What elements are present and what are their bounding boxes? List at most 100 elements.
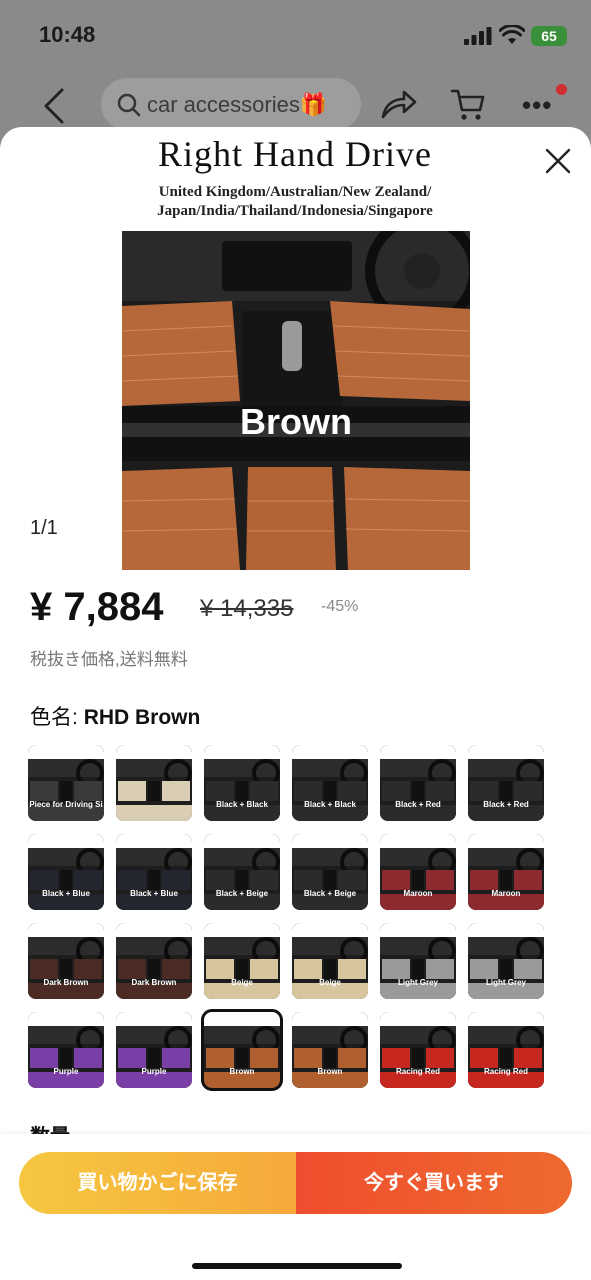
variant-thumbnail[interactable]: Beige [292,923,368,999]
more-icon[interactable]: ••• [522,90,554,120]
price-note: 税抜き価格,送料無料 [30,650,188,669]
variant-thumbnail[interactable]: Beige [204,923,280,999]
original-price: ¥ 14,335 [200,595,294,622]
variant-caption: Maroon [403,889,433,898]
hero-subtitle-line1: United Kingdom/Australian/New Zealand/ [158,184,432,200]
variant-thumbnail[interactable]: Black + Black [292,745,368,821]
variant-thumbnail[interactable]: Purple [116,1012,192,1088]
hero-subtitle: United Kingdom/Australian/New Zealand/ J… [100,183,490,221]
variant-thumbnail[interactable] [116,745,192,821]
variant-caption: Brown [229,1067,255,1076]
variant-caption: Light Grey [397,978,438,987]
variant-caption: Dark Brown [43,978,89,987]
clock: 10:48 [39,22,96,47]
variant-thumbnail[interactable]: Black + Beige [204,834,280,910]
variant-banner [28,1012,104,1026]
variant-caption: Brown [317,1067,343,1076]
variant-caption: Racing Red [395,1067,440,1076]
hero-title: Right Hand Drive [158,134,432,174]
wifi-icon [499,25,525,44]
variant-banner [116,1012,192,1026]
variant-thumbnail[interactable]: Dark Brown [28,923,104,999]
variant-banner [380,923,456,937]
variant-caption: Piece for Driving Si [29,800,103,809]
sku-selector-sheet: Right Hand Drive United Kingdom/Australi… [0,127,591,1280]
variant-caption: Black + Red [483,800,529,809]
variant-caption: Maroon [491,889,521,898]
variant-caption: Racing Red [483,1067,528,1076]
battery-indicator: 65 [531,26,567,46]
color-selection: 色名: RHD Brown [30,701,200,731]
variant-thumbnail[interactable]: Black + Blue [116,834,192,910]
color-label: 色名: [30,706,78,729]
variant-banner [28,923,104,937]
variant-banner [116,923,192,937]
variant-caption: Black + Beige [303,889,357,898]
color-value: RHD Brown [83,706,201,729]
variant-banner [292,745,368,759]
variant-banner [116,834,192,848]
variant-banner [380,1012,456,1026]
variant-caption: Black + Black [304,800,356,809]
close-icon[interactable] [544,147,572,175]
variant-banner [204,1012,280,1026]
variant-thumbnail[interactable]: Brown [201,1009,283,1091]
variant-banner [292,1012,368,1026]
variant-thumbnail[interactable]: Dark Brown [116,923,192,999]
variant-caption: Black + Blue [130,889,178,898]
search-icon [117,93,141,117]
variant-banner [380,745,456,759]
variant-thumbnail[interactable]: Black + Blue [28,834,104,910]
variant-banner [204,923,280,937]
cart-icon[interactable] [450,86,486,122]
image-counter: 1/1 [30,517,58,539]
variant-thumbnail[interactable]: Racing Red [468,1012,544,1088]
variant-thumbnail[interactable]: Black + Beige [292,834,368,910]
variant-thumbnail[interactable]: Light Grey [468,923,544,999]
variant-caption: Black + Beige [215,889,269,898]
variant-banner [468,1012,544,1026]
variant-banner [116,745,192,759]
variant-caption: Beige [231,978,253,987]
variant-thumbnail[interactable]: Maroon [468,834,544,910]
variant-caption: Purple [141,1067,167,1076]
variant-banner [204,745,280,759]
hero-color-label: Brown [240,401,352,442]
share-icon[interactable] [380,88,418,120]
hero-subtitle-line2: Japan/India/Thailand/Indonesia/Singapore [157,203,433,219]
variant-caption: Light Grey [485,978,526,987]
status-bar: 10:48 65 [0,0,591,70]
variant-banner [468,834,544,848]
back-arrow-icon[interactable] [42,88,68,124]
product-image[interactable]: Brown [122,231,470,570]
variant-thumbnail[interactable]: Brown [292,1012,368,1088]
signal-icon [464,27,492,45]
variant-thumbnail[interactable]: Black + Red [380,745,456,821]
current-price: ¥ 7,884 [30,585,164,629]
variant-banner [468,745,544,759]
variant-caption: Beige [319,978,341,987]
variant-thumbnail[interactable]: Purple [28,1012,104,1088]
variant-thumbnail[interactable]: Piece for Driving Si [28,745,104,821]
buy-now-button[interactable]: 今すぐ買います [296,1152,572,1214]
variant-thumbnail[interactable]: Light Grey [380,923,456,999]
variant-caption: Purple [53,1067,79,1076]
notification-dot [556,84,567,95]
variant-caption: Black + Blue [42,889,90,898]
search-bar[interactable]: car accessories🎁 [101,78,361,130]
variant-thumbnail[interactable]: Black + Black [204,745,280,821]
variant-caption: Black + Black [216,800,268,809]
variant-banner [292,834,368,848]
variant-banner [28,834,104,848]
variant-thumbnail[interactable]: Racing Red [380,1012,456,1088]
variant-caption: Black + Red [395,800,441,809]
home-indicator[interactable] [192,1263,402,1269]
add-to-cart-button[interactable]: 買い物かごに保存 [19,1152,296,1214]
top-nav: car accessories🎁 ••• [0,76,591,132]
variant-caption: Dark Brown [131,978,177,987]
variant-thumbnail[interactable]: Maroon [380,834,456,910]
variant-thumbnail[interactable]: Black + Red [468,745,544,821]
variant-banner [468,923,544,937]
variant-banner [380,834,456,848]
action-bar: 買い物かごに保存 今すぐ買います [0,1134,591,1280]
